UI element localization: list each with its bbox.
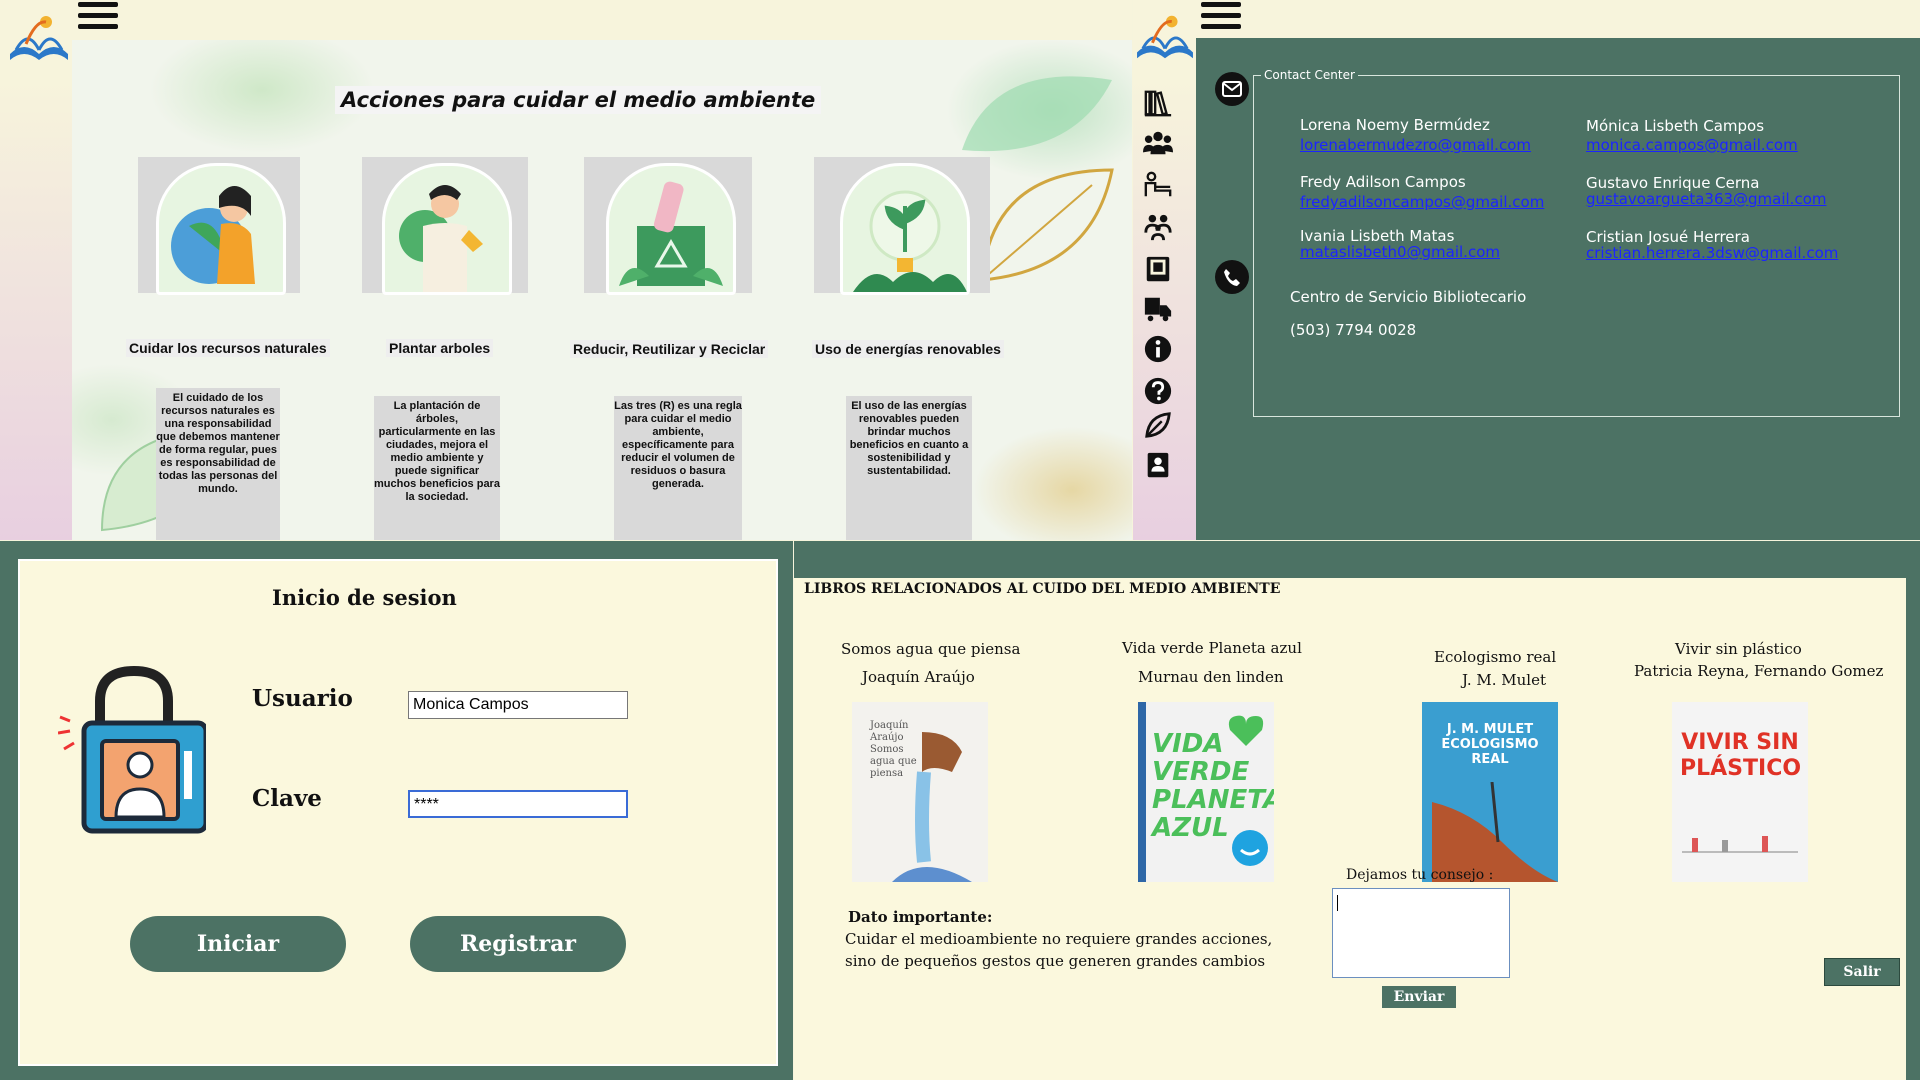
advice-textarea[interactable] [1332, 888, 1510, 978]
people-icon[interactable] [1143, 212, 1173, 246]
book-title: Somos agua que piensa [841, 640, 1021, 658]
reading-desk-icon[interactable] [1143, 170, 1173, 204]
phone-icon [1215, 260, 1249, 294]
contact-legend: Contact Center [1261, 68, 1358, 82]
important-text: sino de pequeños gestos que generen gran… [845, 952, 1266, 970]
padlock-user-icon [58, 665, 206, 834]
card-image-recycle [584, 157, 752, 295]
hamburger-line [78, 24, 118, 29]
hamburger-line [1201, 24, 1241, 29]
book-author: Murnau den linden [1138, 668, 1284, 686]
hamburger-icon [1201, 2, 1241, 7]
password-input[interactable]: **** [408, 790, 628, 818]
book-cover[interactable]: VIVIR SIN PLÁSTICO [1672, 702, 1808, 882]
card-text-resources: El cuidado de los recursos naturales es … [156, 388, 280, 540]
contact-email-link[interactable]: mataslisbeth0@gmail.com [1300, 243, 1500, 261]
password-label: Clave [252, 785, 322, 812]
book-title: Ecologismo real [1434, 648, 1557, 666]
page-title: Acciones para cuidar el medio ambiente [335, 86, 822, 114]
card-label-recycle: Reducir, Reutilizar y Reciclar [570, 340, 769, 358]
text-cursor [1337, 895, 1338, 911]
contact-email-link[interactable]: cristian.herrera.3dsw@gmail.com [1586, 244, 1838, 262]
info-icon[interactable] [1143, 334, 1173, 368]
environment-panel: Acciones para cuidar el medio ambiente C… [0, 0, 1132, 540]
card-text-recycle: Las tres (R) es una regla para cuidar el… [614, 396, 742, 540]
book-author: Patricia Reyna, Fernando Gomez [1634, 662, 1884, 680]
delivery-truck-icon[interactable] [1143, 294, 1173, 328]
card-image-resources [138, 157, 300, 295]
book-cover[interactable]: Joaquín Araújo Somos agua que piensa [852, 702, 988, 882]
contact-email-link[interactable]: gustavoargueta363@gmail.com [1586, 190, 1827, 208]
book-cover-text: J. M. MULET ECOLOGISMO REAL [1441, 722, 1539, 767]
leaf-icon[interactable] [1143, 410, 1173, 444]
hamburger-line [1201, 13, 1241, 18]
contact-book-icon[interactable] [1143, 450, 1173, 484]
books-panel: LIBROS RELACIONADOS AL CUIDO DEL MEDIO A… [794, 541, 1920, 1080]
app-logo [1133, 10, 1197, 66]
books-heading: LIBROS RELACIONADOS AL CUIDO DEL MEDIO A… [804, 581, 1281, 597]
book-author: Joaquín Araújo [862, 668, 975, 686]
send-button[interactable]: Enviar [1382, 986, 1456, 1008]
book-author: J. M. Mulet [1462, 671, 1547, 689]
login-button[interactable]: Iniciar [130, 916, 346, 972]
leaf-decoration [980, 168, 1114, 282]
book-cover-text: VIVIR SIN PLÁSTICO [1680, 730, 1802, 781]
important-title: Dato importante: [848, 908, 993, 926]
menu-toggle-button[interactable] [78, 2, 118, 32]
exit-button[interactable]: Salir [1824, 958, 1900, 986]
important-text: Cuidar el medioambiente no requiere gran… [845, 930, 1273, 948]
login-form: Inicio de sesion Usuario Monica Campos C… [18, 559, 778, 1066]
library-icon[interactable] [1143, 88, 1179, 124]
login-panel: Inicio de sesion Usuario Monica Campos C… [0, 541, 793, 1080]
leaf-decoration [962, 76, 1112, 152]
username-label: Usuario [252, 685, 353, 712]
contact-name: Mónica Lisbeth Campos [1586, 117, 1765, 135]
card-label-trees: Plantar arboles [386, 339, 494, 357]
contact-email-link[interactable]: monica.campos@gmail.com [1586, 136, 1798, 154]
service-name: Centro de Servicio Bibliotecario [1290, 288, 1527, 306]
card-label-resources: Cuidar los recursos naturales [126, 339, 330, 357]
card-text-energy: El uso de las energías renovables pueden… [846, 396, 972, 540]
book-icon[interactable] [1143, 254, 1173, 288]
hamburger-line [78, 13, 118, 18]
service-phone: (503) 7794 0028 [1290, 321, 1417, 339]
card-image-trees [362, 157, 528, 295]
advice-label: Dejamos tu consejo : [1346, 867, 1494, 883]
username-input[interactable]: Monica Campos [408, 691, 628, 719]
contact-email-link[interactable]: fredyadilsoncampos@gmail.com [1300, 193, 1544, 211]
mail-icon [1215, 72, 1249, 106]
book-title: Vivir sin plástico [1675, 640, 1802, 658]
contact-name: Lorena Noemy Bermúdez [1300, 116, 1490, 134]
users-group-icon[interactable] [1143, 128, 1173, 162]
books-content: LIBROS RELACIONADOS AL CUIDO DEL MEDIO A… [794, 578, 1906, 1080]
card-label-energy: Uso de energías renovables [812, 340, 1004, 358]
contact-panel: Contact Center Lorena Noemy Bermúdez lor… [1133, 0, 1920, 540]
sidebar [0, 40, 72, 540]
app-logo [6, 10, 72, 66]
contact-name: Fredy Adilson Campos [1300, 173, 1466, 191]
book-cover[interactable]: J. M. MULET ECOLOGISMO REAL [1422, 702, 1558, 882]
card-image-energy [814, 157, 990, 295]
help-icon[interactable] [1143, 376, 1173, 410]
top-bar [1133, 0, 1920, 38]
top-bar [0, 0, 1132, 40]
register-button[interactable]: Registrar [410, 916, 626, 972]
card-text-trees: La plantación de árboles, particularment… [374, 396, 500, 540]
menu-toggle-button[interactable] [1201, 2, 1241, 32]
hamburger-icon [78, 2, 118, 7]
book-title: Vida verde Planeta azul [1122, 639, 1302, 657]
book-cover[interactable]: VIDA VERDE PLANETA AZUL [1138, 702, 1274, 882]
login-title: Inicio de sesion [272, 585, 457, 610]
contact-email-link[interactable]: lorenabermudezro@gmail.com [1300, 136, 1531, 154]
